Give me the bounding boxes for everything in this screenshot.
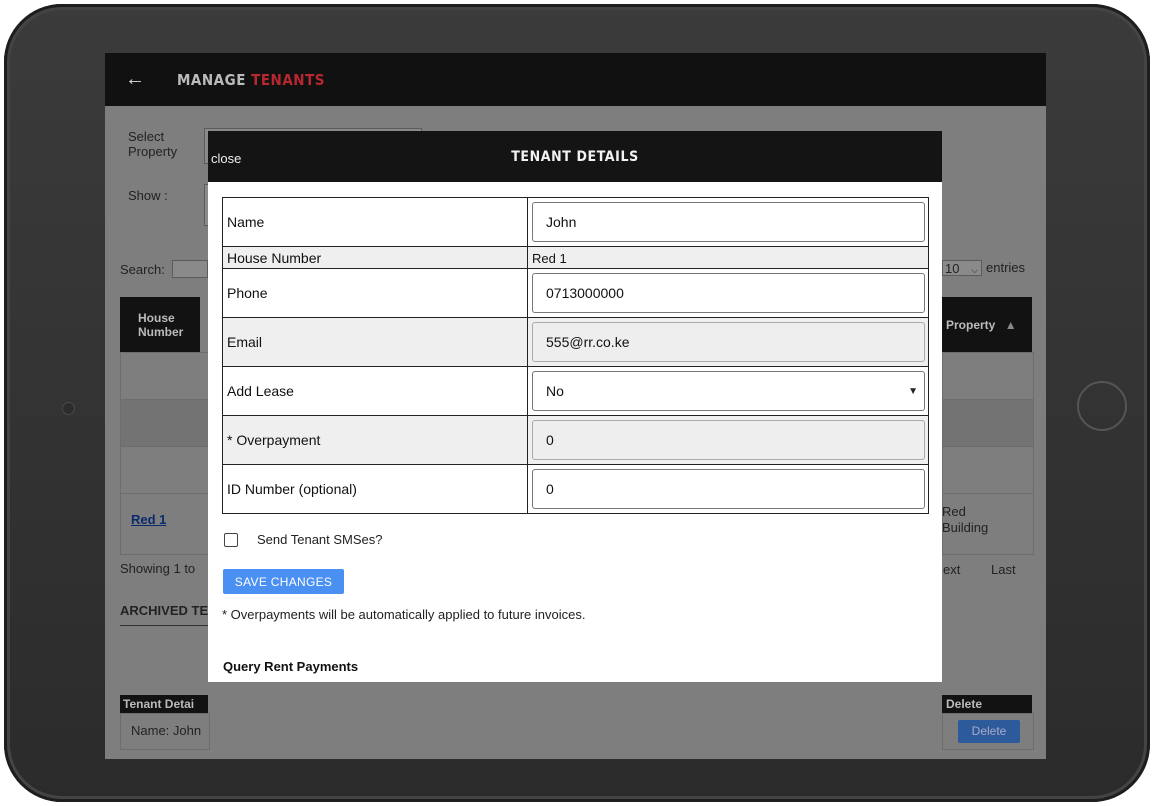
pager-next[interactable]: ext [943, 562, 960, 577]
overpayment-label: * Overpayment [222, 415, 528, 465]
entries-select-value: 10 [945, 261, 960, 276]
search-label: Search: [120, 262, 165, 277]
col-property-label: Property [946, 318, 996, 332]
id-number-input[interactable]: 0 [532, 469, 925, 509]
phone-label: Phone [222, 268, 528, 318]
add-lease-value: No [546, 383, 564, 399]
table-row [120, 399, 210, 448]
select-property-label: Select Property [128, 129, 178, 159]
table-row [942, 352, 1034, 401]
name-label: Name [222, 197, 528, 247]
sms-option: Send Tenant SMSes? [224, 532, 383, 547]
chevron-down-icon: ⌵ [971, 265, 978, 275]
archived-name: Name: John [131, 723, 202, 738]
email-label: Email [222, 317, 528, 367]
pager-last[interactable]: Last [991, 562, 1016, 577]
col-house-number[interactable]: House Number [120, 297, 200, 352]
app-header: ← MANAGE TENANTS [105, 53, 1046, 106]
house-number-link[interactable]: Red 1 [131, 512, 166, 527]
tenant-form-table: Name John House Number Red 1 Phone 07130… [222, 197, 929, 514]
modal-title: TENANT DETAILS [511, 149, 639, 165]
send-sms-label: Send Tenant SMSes? [257, 532, 383, 547]
save-changes-button[interactable]: SAVE CHANGES [223, 569, 344, 594]
caret-down-icon: ▼ [908, 385, 918, 397]
table-row [120, 446, 210, 495]
showing-text: Showing 1 to [120, 561, 196, 576]
entries-select[interactable]: 10 ⌵ [942, 260, 982, 276]
property-cell: Red Building [942, 504, 989, 535]
phone-input[interactable]: 0713000000 [532, 273, 925, 313]
title-accent: TENANTS [251, 70, 326, 89]
camera-icon [62, 402, 75, 415]
archived-heading: ARCHIVED TE [120, 603, 209, 618]
table-row [942, 399, 1034, 448]
email-field: 555@rr.co.ke [532, 322, 925, 362]
archived-col-tenant: Tenant Detai [120, 695, 208, 713]
delete-button[interactable]: Delete [958, 720, 1020, 743]
id-number-label: ID Number (optional) [222, 464, 528, 514]
show-label: Show : [128, 188, 168, 203]
modal-header: close TENANT DETAILS [208, 131, 942, 182]
tenant-details-modal: close TENANT DETAILS Name John House Num… [208, 131, 942, 682]
add-lease-select[interactable]: No ▼ [532, 371, 925, 411]
arrow-left-icon[interactable]: ← [125, 68, 145, 91]
search-input[interactable] [172, 260, 208, 278]
table-row [942, 446, 1034, 495]
table-row [120, 352, 210, 401]
name-input[interactable]: John [532, 202, 925, 242]
page-title: MANAGE TENANTS [177, 71, 325, 89]
overpayment-note: * Overpayments will be automatically app… [222, 607, 586, 622]
overpayment-field: 0 [532, 420, 925, 460]
query-rent-payments-heading: Query Rent Payments [223, 659, 359, 674]
archived-col-delete: Delete [942, 695, 1032, 713]
entries-label: entries [986, 260, 1026, 275]
add-lease-label: Add Lease [222, 366, 528, 416]
send-sms-checkbox[interactable] [224, 532, 238, 547]
house-number-label: House Number [222, 246, 528, 269]
house-number-value: Red 1 [532, 250, 567, 266]
sort-icon: ▲ [1004, 318, 1017, 332]
home-button[interactable] [1077, 381, 1127, 431]
divider [120, 625, 208, 626]
col-property[interactable]: Property ▲ [942, 297, 1032, 352]
title-prefix: MANAGE [177, 70, 246, 89]
